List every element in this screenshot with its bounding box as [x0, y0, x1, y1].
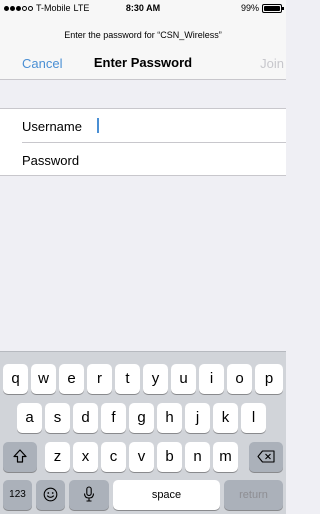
- dictation-key[interactable]: [69, 480, 109, 510]
- battery-percentage: 99%: [240, 3, 259, 13]
- battery-icon: [262, 3, 284, 13]
- key-m[interactable]: m: [213, 442, 238, 472]
- key-f[interactable]: f: [101, 403, 126, 433]
- join-button[interactable]: Join: [260, 56, 284, 71]
- key-y[interactable]: y: [143, 364, 168, 394]
- battery-info: 99%: [240, 3, 284, 13]
- key-r[interactable]: r: [87, 364, 112, 394]
- key-l[interactable]: l: [241, 403, 266, 433]
- key-e[interactable]: e: [59, 364, 84, 394]
- backspace-icon: [257, 450, 275, 463]
- credentials-form: Username Password: [0, 108, 286, 176]
- key-w[interactable]: w: [31, 364, 56, 394]
- key-d[interactable]: d: [73, 403, 98, 433]
- key-j[interactable]: j: [185, 403, 210, 433]
- key-p[interactable]: p: [255, 364, 283, 394]
- key-o[interactable]: o: [227, 364, 252, 394]
- emoji-icon: [43, 487, 58, 502]
- key-b[interactable]: b: [157, 442, 182, 472]
- page-title: Enter Password: [93, 55, 193, 70]
- emoji-key[interactable]: [36, 480, 65, 510]
- return-key[interactable]: return: [224, 480, 283, 510]
- key-q[interactable]: q: [3, 364, 28, 394]
- key-h[interactable]: h: [157, 403, 182, 433]
- key-z[interactable]: z: [45, 442, 70, 472]
- password-label: Password: [22, 153, 80, 168]
- key-u[interactable]: u: [171, 364, 196, 394]
- text-cursor: [97, 118, 99, 133]
- navigation-bar: Enter the password for “CSN_Wireless” Ca…: [0, 18, 286, 80]
- microphone-icon: [83, 486, 95, 502]
- delete-key[interactable]: [249, 442, 283, 472]
- key-x[interactable]: x: [73, 442, 98, 472]
- numbers-key[interactable]: 123: [3, 480, 32, 510]
- key-s[interactable]: s: [45, 403, 70, 433]
- keyboard: q w e r t y u i o p a s d f g h j k l z …: [0, 351, 286, 514]
- username-label: Username: [22, 119, 82, 134]
- key-a[interactable]: a: [17, 403, 42, 433]
- key-g[interactable]: g: [129, 403, 154, 433]
- key-t[interactable]: t: [115, 364, 140, 394]
- shift-key[interactable]: [3, 442, 37, 472]
- password-field[interactable]: Password: [0, 143, 286, 177]
- status-bar: T-Mobile LTE 8:30 AM 99%: [0, 0, 286, 18]
- shift-icon: [13, 449, 27, 463]
- key-n[interactable]: n: [185, 442, 210, 472]
- key-i[interactable]: i: [199, 364, 224, 394]
- key-v[interactable]: v: [129, 442, 154, 472]
- space-key[interactable]: space: [113, 480, 220, 510]
- username-field[interactable]: Username: [0, 109, 286, 143]
- key-c[interactable]: c: [101, 442, 126, 472]
- key-k[interactable]: k: [213, 403, 238, 433]
- network-prompt: Enter the password for “CSN_Wireless”: [64, 30, 222, 40]
